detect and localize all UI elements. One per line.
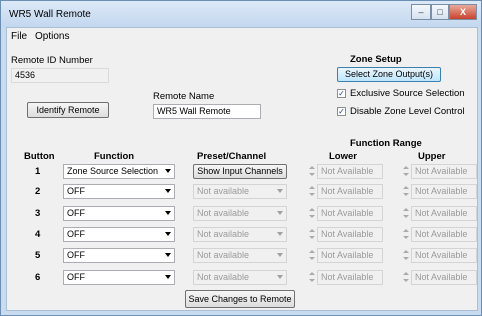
exclusive-source-label: Exclusive Source Selection <box>350 88 465 99</box>
chevron-down-icon <box>165 211 171 215</box>
row-button-number: 3 <box>35 208 41 219</box>
function-select-value: OFF <box>67 229 85 239</box>
function-select[interactable]: OFF <box>63 248 175 263</box>
lower-range-field: Not Available <box>317 227 383 242</box>
function-select-value: OFF <box>67 272 85 282</box>
preset-select: Not available <box>193 270 287 285</box>
upper-range-field: Not Available <box>411 227 477 242</box>
chevron-down-icon <box>277 189 283 193</box>
preset-select-value: Not available <box>197 186 250 196</box>
row-button-number: 4 <box>35 229 41 240</box>
preset-select: Not available <box>193 206 287 221</box>
disable-zone-level-checkbox[interactable]: ✓ <box>337 107 346 116</box>
remote-id-label: Remote ID Number <box>11 55 93 66</box>
function-select[interactable]: OFF <box>63 206 175 221</box>
chevron-down-icon <box>277 275 283 279</box>
upper-spinner-icon <box>403 164 409 179</box>
identify-remote-button[interactable]: Identify Remote <box>27 102 109 118</box>
save-changes-button[interactable]: Save Changes to Remote <box>185 290 295 308</box>
application-window: WR5 Wall Remote – □ X File Options Remot… <box>0 0 482 316</box>
lower-column-header: Lower <box>329 151 357 162</box>
preset-select: Not available <box>193 227 287 242</box>
preset-select-value: Not available <box>197 229 250 239</box>
remote-id-field: 4536 <box>11 68 109 83</box>
function-select-value: OFF <box>67 208 85 218</box>
menu-options[interactable]: Options <box>35 31 69 42</box>
lower-spinner-icon <box>309 227 315 242</box>
upper-range-field: Not Available <box>411 184 477 199</box>
lower-spinner-icon <box>309 248 315 263</box>
menu-bar: File Options <box>7 28 477 45</box>
upper-range-field: Not Available <box>411 164 477 179</box>
button-column-header: Button <box>24 151 55 162</box>
close-button[interactable]: X <box>449 4 477 20</box>
upper-range-field: Not Available <box>411 270 477 285</box>
window-title: WR5 Wall Remote <box>9 9 91 20</box>
chevron-down-icon <box>165 189 171 193</box>
function-select[interactable]: OFF <box>63 270 175 285</box>
upper-range-field: Not Available <box>411 206 477 221</box>
function-select[interactable]: Zone Source Selection <box>63 164 175 179</box>
lower-spinner-icon <box>309 270 315 285</box>
upper-range-field: Not Available <box>411 248 477 263</box>
upper-spinner-icon <box>403 270 409 285</box>
lower-spinner-icon <box>309 164 315 179</box>
remote-name-label: Remote Name <box>153 91 215 102</box>
remote-name-input[interactable]: WR5 Wall Remote <box>153 104 261 119</box>
select-zone-output-button[interactable]: Select Zone Output(s) <box>337 67 441 82</box>
upper-spinner-icon <box>403 206 409 221</box>
lower-range-field: Not Available <box>317 248 383 263</box>
preset-column-header: Preset/Channel <box>197 151 267 162</box>
function-column-header: Function <box>94 151 135 162</box>
title-bar: WR5 Wall Remote – □ X <box>1 1 481 27</box>
preset-select-value: Not available <box>197 208 250 218</box>
exclusive-source-checkbox[interactable]: ✓ <box>337 89 346 98</box>
row-button-number: 1 <box>35 166 41 177</box>
function-range-heading: Function Range <box>350 138 422 149</box>
chevron-down-icon <box>165 253 171 257</box>
chevron-down-icon <box>165 169 171 173</box>
preset-select: Not available <box>193 248 287 263</box>
chevron-down-icon <box>277 253 283 257</box>
chevron-down-icon <box>277 232 283 236</box>
minimize-button[interactable]: – <box>411 4 431 20</box>
menu-file[interactable]: File <box>11 31 27 42</box>
show-input-channels-button[interactable]: Show Input Channels <box>193 164 287 179</box>
row-button-number: 6 <box>35 272 41 283</box>
zone-setup-heading: Zone Setup <box>350 54 402 65</box>
function-select[interactable]: OFF <box>63 184 175 199</box>
upper-column-header: Upper <box>418 151 446 162</box>
function-select[interactable]: OFF <box>63 227 175 242</box>
row-button-number: 2 <box>35 186 41 197</box>
maximize-button[interactable]: □ <box>431 4 449 20</box>
function-select-value: OFF <box>67 250 85 260</box>
function-select-value: Zone Source Selection <box>67 166 159 176</box>
chevron-down-icon <box>165 232 171 236</box>
lower-spinner-icon <box>309 184 315 199</box>
disable-zone-level-label: Disable Zone Level Control <box>350 106 465 117</box>
chevron-down-icon <box>277 211 283 215</box>
lower-range-field: Not Available <box>317 184 383 199</box>
main-panel: File Options Remote ID Number 4536 Ident… <box>6 27 478 311</box>
upper-spinner-icon <box>403 227 409 242</box>
upper-spinner-icon <box>403 184 409 199</box>
lower-range-field: Not Available <box>317 206 383 221</box>
lower-spinner-icon <box>309 206 315 221</box>
row-button-number: 5 <box>35 250 41 261</box>
preset-select: Not available <box>193 184 287 199</box>
lower-range-field: Not Available <box>317 270 383 285</box>
upper-spinner-icon <box>403 248 409 263</box>
lower-range-field: Not Available <box>317 164 383 179</box>
preset-select-value: Not available <box>197 272 250 282</box>
function-select-value: OFF <box>67 186 85 196</box>
preset-select-value: Not available <box>197 250 250 260</box>
chevron-down-icon <box>165 275 171 279</box>
